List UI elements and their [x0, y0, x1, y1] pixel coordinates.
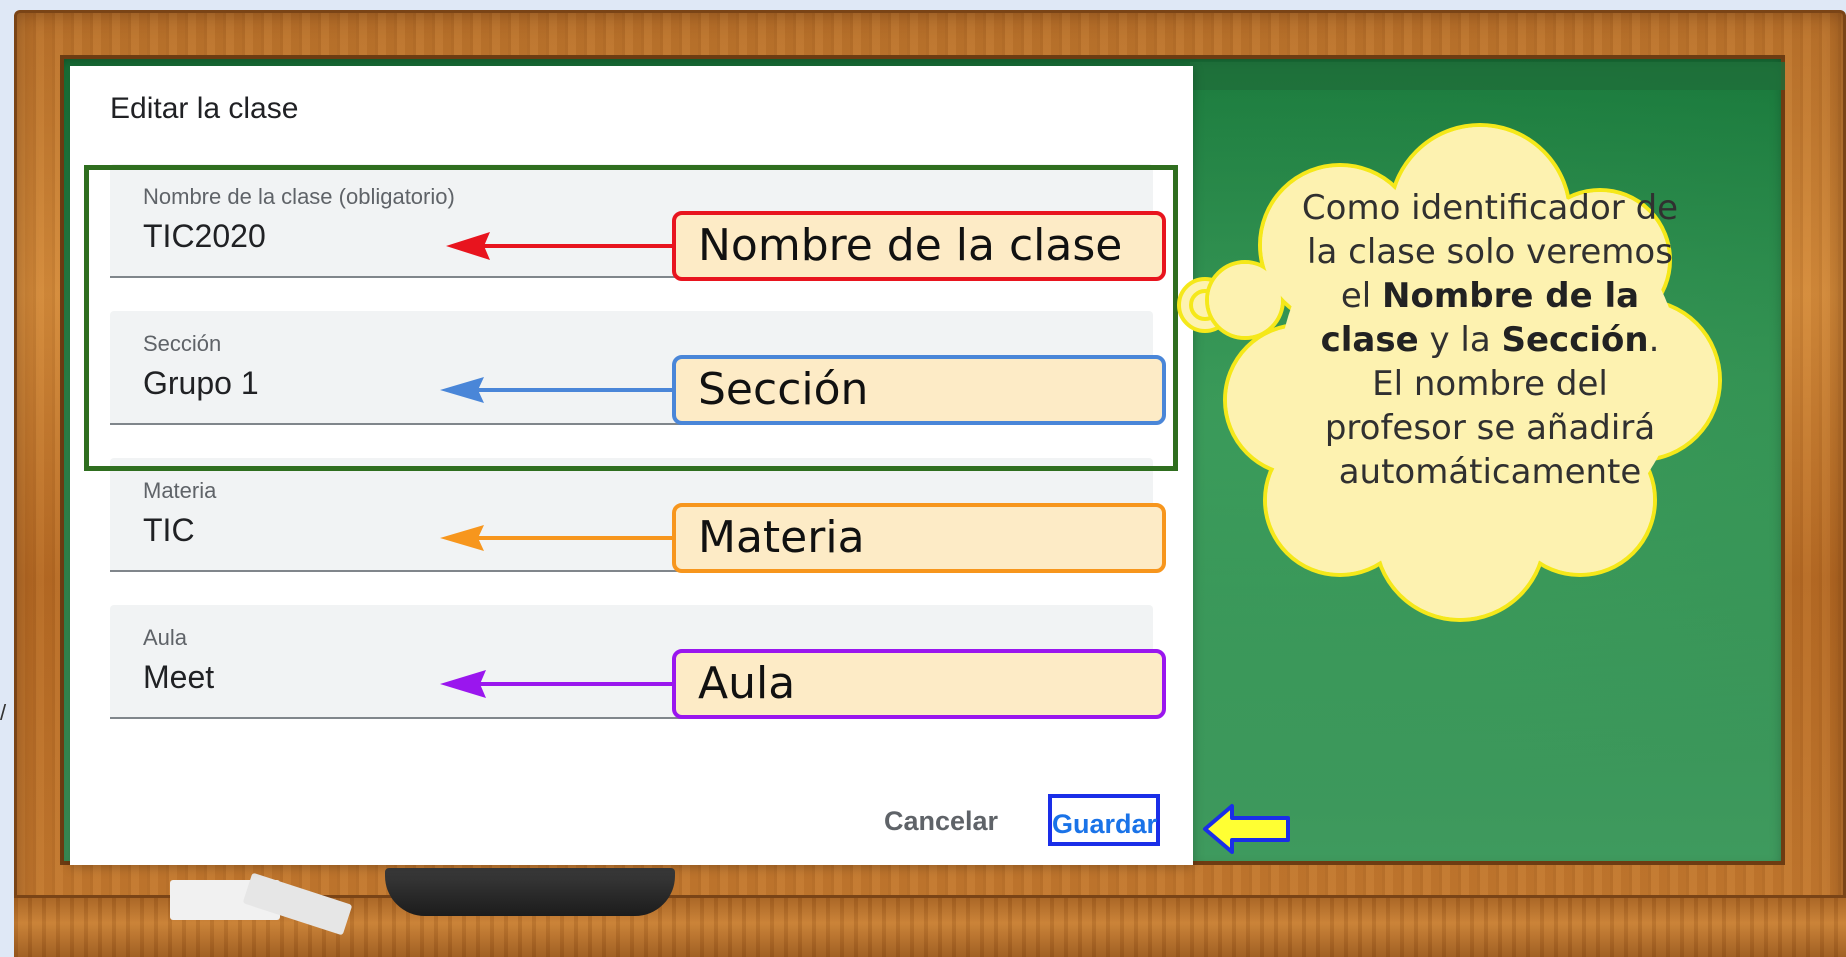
page-margin: [0, 0, 14, 957]
field-value[interactable]: TIC: [143, 512, 195, 549]
callout-room: Aula: [672, 649, 1166, 719]
callout-class-name: Nombre de la clase: [672, 211, 1166, 281]
field-value[interactable]: Meet: [143, 659, 214, 696]
classroom-banner-strip: [1190, 62, 1785, 90]
dialog-title: Editar la clase: [110, 92, 299, 125]
callout-section: Sección: [672, 355, 1166, 425]
stray-mark: /: [0, 700, 7, 725]
cancel-button[interactable]: Cancelar: [872, 799, 1010, 843]
cloud-period: .: [1648, 320, 1660, 360]
board-eraser: [385, 868, 675, 916]
cloud-connector: y la: [1418, 320, 1502, 360]
cloud-line: El nombre del profesor se añadirá automá…: [1324, 364, 1656, 492]
callout-subject: Materia: [672, 503, 1166, 573]
field-label: Materia: [143, 478, 217, 503]
field-label: Aula: [143, 625, 188, 650]
cloud-explanation: Como identificador de la clase solo vere…: [1300, 186, 1680, 494]
cloud-bold-section: Sección: [1501, 320, 1649, 360]
save-button[interactable]: Guardar: [1048, 794, 1160, 846]
